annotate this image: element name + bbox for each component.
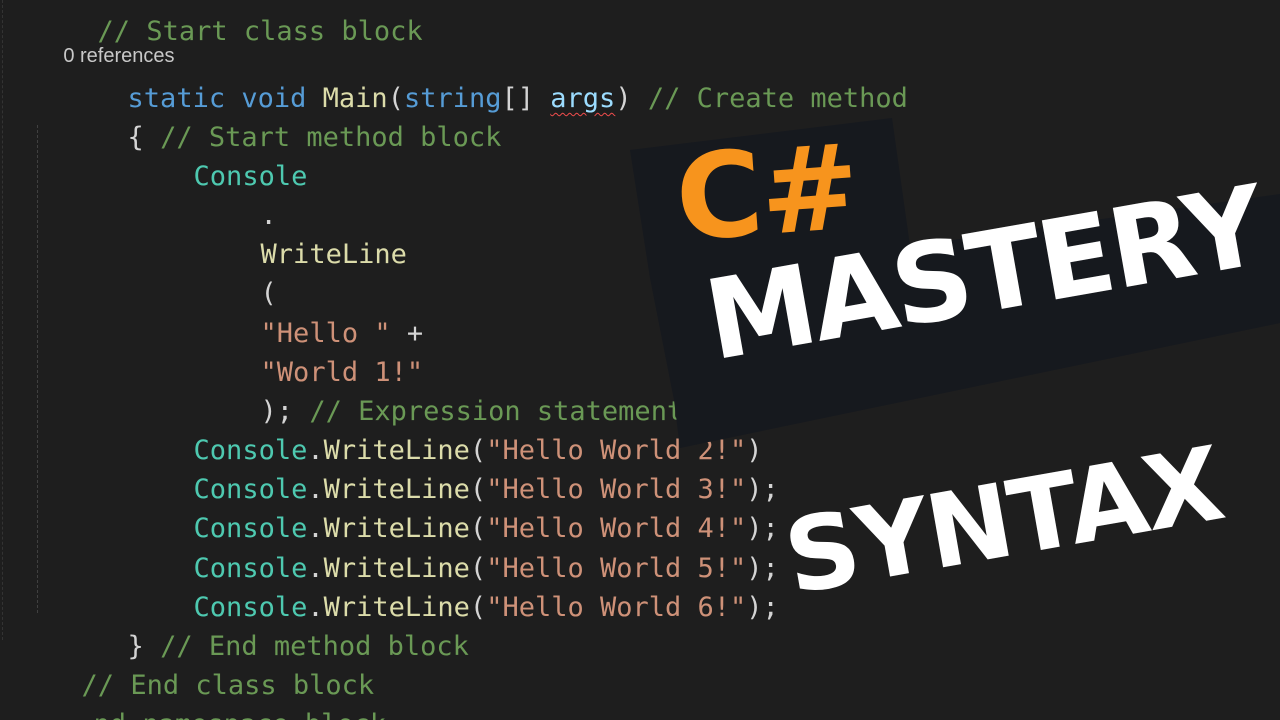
code-line-close-brace: } // End method block [30,599,469,662]
comment-word-namespace: namespace [142,709,288,720]
close-paren: ) [615,83,632,114]
code-line-call-6: Console.WriteLine("Hello World 6!"); [96,560,779,623]
comment-create-method: // Create method [647,83,908,114]
code-line-main-signature: static void Main(string[] args) // Creat… [30,51,908,114]
string-literal: "Hello World 6!" [486,592,747,623]
code-line-console: Console [96,129,308,192]
code-line-end-class: // End class block [0,638,375,701]
code-line-call-4: Console.WriteLine("Hello World 4!"); [96,481,779,544]
comment-fragment: nd [94,709,127,720]
comment-word-block: block [305,709,386,720]
code-line-open-paren: ( [163,246,277,309]
code-line-dot: . [163,168,277,231]
open-paren: ( [469,592,487,623]
code-line-call-5: Console.WriteLine("Hello World 5!"); [96,521,779,584]
method-writeline: WriteLine [260,239,407,270]
code-line-end-namespace: nd namespace block [0,677,387,720]
code-line-close-statement: ); // Expression statement [163,364,684,427]
code-line-start-class: // Start class block [0,0,423,47]
parameter-args: args [550,83,616,114]
thumbnail-canvas: // Start class block 0 references static… [0,0,1280,720]
array-brackets: [] [501,83,535,114]
indent-guide-method [37,125,38,613]
indent-guide-class [2,0,3,640]
close-paren-semicolon: ); [746,592,779,623]
code-line-hello: "Hello " + [163,286,424,349]
code-line-open-brace: { // Start method block [30,90,502,153]
code-line-world: "World 1!" [163,325,424,388]
code-line-writeline: WriteLine [163,207,407,270]
